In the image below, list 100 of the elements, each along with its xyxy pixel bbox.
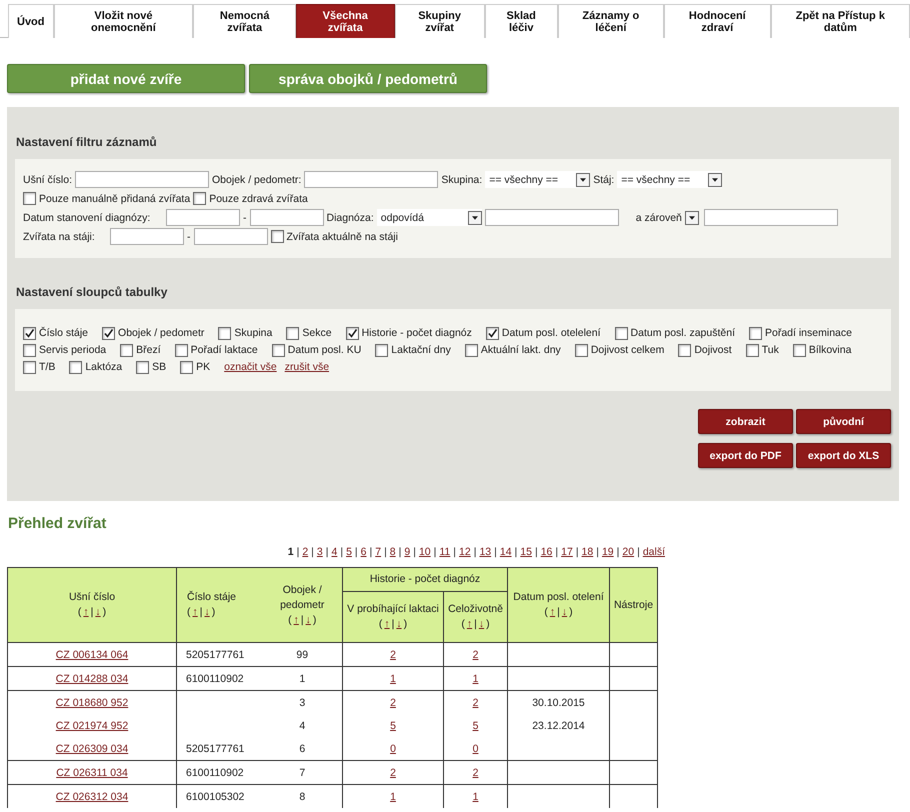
tab[interactable]: Úvod — [8, 4, 54, 38]
sort-link[interactable]: ↑ — [192, 605, 198, 620]
text-field[interactable] — [75, 171, 210, 188]
tab[interactable]: Sklad léčiv — [484, 4, 558, 38]
table-link[interactable]: CZ 026309 034 — [56, 742, 128, 754]
sort-link[interactable]: ↓ — [478, 617, 484, 632]
panel-button[interactable]: zobrazit — [698, 409, 793, 434]
sort-link[interactable]: ↑ — [294, 612, 299, 628]
page-link[interactable]: 8 — [390, 546, 396, 558]
page-link[interactable]: 12 — [459, 546, 471, 558]
sort-link[interactable]: ↑ — [384, 617, 390, 632]
checkbox[interactable] — [346, 326, 359, 340]
tab[interactable]: Hodnocení zdraví — [664, 4, 771, 38]
link[interactable]: zrušit vše — [284, 361, 330, 373]
page-link[interactable]: 18 — [582, 546, 594, 558]
table-link[interactable]: CZ 021974 952 — [56, 720, 128, 732]
table-link[interactable]: 1 — [472, 672, 478, 684]
checkbox[interactable] — [270, 230, 284, 243]
sort-link[interactable]: ↓ — [396, 617, 402, 632]
page-link[interactable]: 15 — [520, 546, 532, 558]
checkbox[interactable] — [180, 360, 194, 374]
panel-button[interactable]: původní — [796, 409, 891, 434]
table-link[interactable]: 2 — [390, 766, 396, 778]
table-link[interactable]: 1 — [390, 790, 396, 802]
sort-link[interactable]: ↑ — [466, 617, 472, 632]
checkbox[interactable] — [464, 344, 478, 356]
sort-link[interactable]: ↓ — [204, 605, 210, 620]
table-link[interactable]: 0 — [472, 742, 478, 754]
sort-link[interactable]: ↑ — [83, 605, 89, 620]
link[interactable]: označit vše — [224, 361, 277, 373]
checkbox[interactable] — [486, 326, 499, 340]
sort-link[interactable]: ↓ — [306, 612, 311, 628]
sort-link[interactable]: ↑ — [550, 605, 556, 620]
sort-link[interactable]: ↓ — [562, 605, 568, 620]
dropdown-field[interactable]: == všechny == — [617, 171, 722, 188]
page-link[interactable]: 7 — [375, 546, 382, 558]
page-link[interactable]: 11 — [439, 546, 450, 558]
table-link[interactable]: 5 — [472, 720, 478, 732]
checkbox[interactable] — [69, 360, 82, 374]
checkbox[interactable] — [23, 326, 36, 340]
page-link[interactable]: 16 — [540, 546, 552, 558]
dropdown-field[interactable]: == všechny == — [485, 171, 590, 188]
page-link[interactable]: 13 — [479, 546, 492, 558]
checkbox[interactable] — [193, 192, 206, 205]
table-link[interactable]: 1 — [472, 790, 478, 802]
dropdown-field[interactable] — [684, 209, 701, 226]
checkbox[interactable] — [286, 326, 300, 340]
page-link[interactable]: 5 — [346, 546, 352, 558]
panel-button[interactable]: export do PDF — [698, 443, 793, 468]
checkbox[interactable] — [375, 344, 388, 356]
text-field[interactable] — [304, 171, 438, 188]
checkbox[interactable] — [678, 344, 692, 356]
table-link[interactable]: 2 — [472, 696, 478, 708]
text-field[interactable] — [110, 228, 184, 245]
table-link[interactable]: 2 — [390, 648, 396, 660]
table-link[interactable]: 2 — [472, 766, 478, 778]
tab[interactable]: Zpět na Přístup k datům — [770, 4, 910, 38]
page-link[interactable]: 2 — [302, 546, 308, 558]
page-link[interactable]: 19 — [602, 546, 614, 558]
page-link[interactable]: 3 — [316, 546, 323, 558]
page-link[interactable]: 20 — [622, 546, 634, 558]
checkbox[interactable] — [23, 360, 36, 374]
checkbox[interactable] — [746, 344, 759, 356]
checkbox[interactable] — [102, 326, 116, 340]
next-link[interactable]: další — [642, 546, 665, 558]
checkbox[interactable] — [23, 192, 36, 205]
tab[interactable]: Nemocná zvířata — [193, 4, 296, 38]
text-field[interactable] — [484, 209, 619, 226]
checkbox[interactable] — [749, 326, 762, 340]
checkbox[interactable] — [792, 344, 806, 356]
tab[interactable]: Vložit nové onemocnění — [54, 4, 194, 38]
table-link[interactable]: 0 — [390, 742, 396, 754]
text-field[interactable] — [166, 209, 240, 226]
checkbox[interactable] — [574, 344, 588, 356]
sort-link[interactable]: ↓ — [95, 605, 101, 620]
checkbox[interactable] — [136, 360, 150, 374]
page-link[interactable]: 4 — [331, 546, 338, 558]
table-link[interactable]: 2 — [472, 648, 478, 660]
text-field[interactable] — [704, 209, 838, 226]
tab[interactable]: Všechna zvířata — [296, 4, 395, 38]
page-link[interactable]: 6 — [360, 546, 366, 558]
checkbox[interactable] — [614, 326, 628, 340]
table-link[interactable]: 1 — [390, 672, 396, 684]
page-link[interactable]: 17 — [561, 546, 573, 558]
text-field[interactable] — [250, 209, 324, 226]
dropdown-field[interactable]: odpovídá — [376, 209, 482, 226]
tab[interactable]: Skupiny zvířat — [394, 4, 485, 38]
tab[interactable]: Záznamy o léčení — [558, 4, 664, 38]
page-link[interactable]: 9 — [404, 546, 410, 558]
checkbox[interactable] — [174, 344, 188, 356]
table-link[interactable]: 5 — [390, 720, 396, 732]
checkbox[interactable] — [218, 326, 232, 340]
checkbox[interactable] — [23, 344, 36, 356]
page-link[interactable]: 10 — [418, 546, 431, 558]
page-link[interactable]: 14 — [500, 546, 512, 558]
text-field[interactable] — [194, 228, 268, 245]
checkbox[interactable] — [120, 344, 134, 356]
panel-button[interactable]: export do XLS — [796, 443, 891, 468]
checkbox[interactable] — [272, 344, 285, 356]
table-link[interactable]: 2 — [390, 696, 396, 708]
